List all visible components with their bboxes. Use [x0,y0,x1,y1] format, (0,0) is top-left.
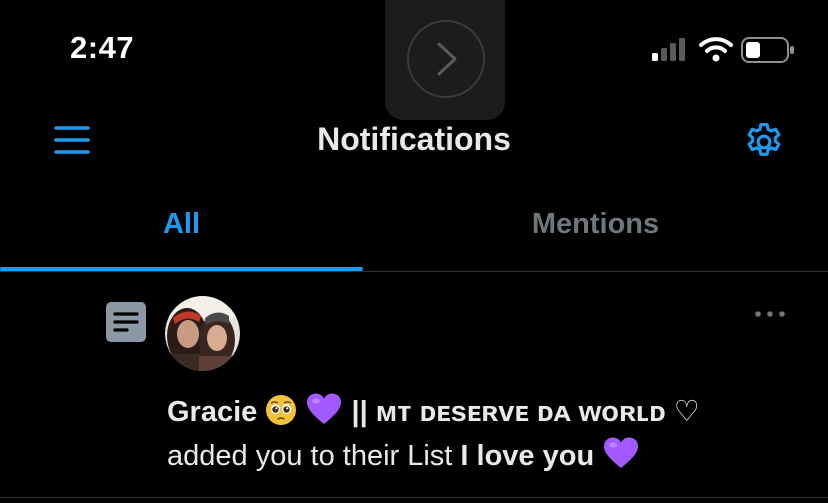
chevron-right-icon [407,20,485,98]
cellular-signal-icon [652,38,692,62]
tab-mentions-label: Mentions [531,208,660,240]
user-name-prefix: Gracie [167,396,258,428]
purple-heart-icon [307,393,342,424]
notification-divider [0,497,828,498]
tab-mentions[interactable]: Mentions [363,208,828,272]
notification-user-name[interactable]: Gracie || ᴍᴛ ᴅᴇsᴇʀᴠᴇ ᴅᴀ ᴡᴏʀʟᴅ ♡ [167,392,700,429]
status-time: 2:47 [70,30,135,65]
wifi-icon [698,34,734,62]
tab-all[interactable]: All [0,208,363,272]
tab-all-label: All [162,208,201,240]
user-name-suffix: || ᴍᴛ ᴅᴇsᴇʀᴠᴇ ᴅᴀ ᴡᴏʀʟᴅ ♡ [351,396,700,428]
more-options-icon[interactable] [752,304,788,324]
gear-icon[interactable] [742,120,786,164]
purple-heart-icon [604,437,639,468]
page-title: Notifications [317,121,511,157]
list-name[interactable]: I love you [460,440,594,472]
avatar[interactable] [165,296,240,371]
battery-icon [741,37,795,63]
screen-recording-overlay [385,0,505,120]
notification-action-text: added you to their List [167,440,453,472]
pleading-face-emoji-icon [266,395,297,425]
notification-action: added you to their List I love you [167,436,640,473]
list-icon [105,301,147,343]
tab-divider [0,271,828,272]
